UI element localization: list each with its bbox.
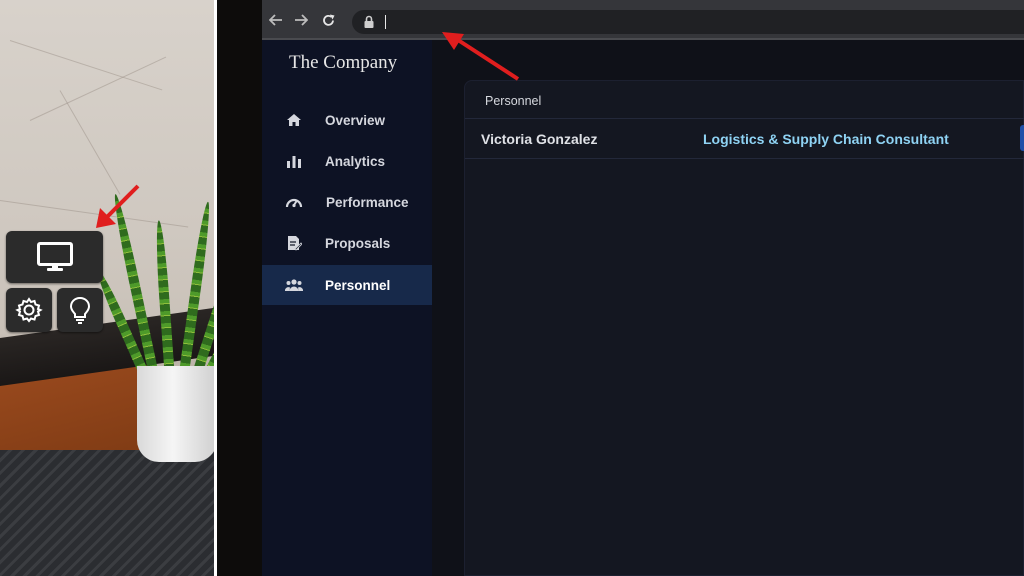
card-title: Personnel <box>485 94 542 108</box>
nav-label: Proposals <box>325 235 391 251</box>
table-row[interactable]: Victoria Gonzalez Logistics & Supply Cha… <box>465 119 1024 159</box>
forward-icon <box>295 14 308 26</box>
card-header: Personnel <box>465 81 1024 119</box>
bar-chart-icon <box>285 152 303 170</box>
employee-role: Logistics & Supply Chain Consultant <box>703 131 949 147</box>
nav-item-performance[interactable]: Performance <box>262 182 432 222</box>
annotation-arrow <box>442 32 520 81</box>
gear-icon <box>15 297 43 323</box>
users-icon <box>285 276 303 294</box>
floor <box>0 450 214 576</box>
nav-item-overview[interactable]: Overview <box>262 100 432 140</box>
nav-item-analytics[interactable]: Analytics <box>262 141 432 181</box>
monitor-button[interactable] <box>6 231 103 283</box>
employee-name: Victoria Gonzalez <box>481 131 598 147</box>
reload-button[interactable] <box>320 12 336 28</box>
annotation-arrow <box>96 184 140 228</box>
nav-label: Personnel <box>325 277 391 293</box>
back-icon <box>269 14 282 26</box>
nav-label: Performance <box>326 194 409 210</box>
monitor-icon <box>36 242 73 271</box>
text-caret <box>385 15 386 29</box>
back-button[interactable] <box>268 12 284 28</box>
screenshot: The Company Overview Analytics Performan… <box>0 0 1024 576</box>
lock-icon <box>364 15 374 28</box>
brand-title: The Company <box>289 52 398 73</box>
sidebar: The Company Overview Analytics Performan… <box>262 40 432 576</box>
background-decoration <box>229 390 263 428</box>
marble-vein <box>9 40 163 91</box>
gauge-icon <box>285 193 303 211</box>
main-content: Personnel Victoria Gonzalez Logistics & … <box>432 40 1024 576</box>
nav-item-proposals[interactable]: Proposals <box>262 223 432 263</box>
reload-icon <box>322 14 334 26</box>
nav-label: Overview <box>325 112 386 128</box>
document-edit-icon <box>285 234 303 252</box>
browser-toolbar <box>262 0 1024 40</box>
game-scene <box>0 0 214 576</box>
browser-window: The Company Overview Analytics Performan… <box>262 0 1024 576</box>
personnel-card: Personnel Victoria Gonzalez Logistics & … <box>464 80 1024 576</box>
forward-button[interactable] <box>293 12 309 28</box>
home-icon <box>285 111 303 129</box>
settings-button[interactable] <box>6 288 52 332</box>
marble-vein <box>29 56 167 121</box>
lightbulb-icon <box>69 296 91 324</box>
row-action-button[interactable] <box>1020 125 1024 151</box>
nav-label: Analytics <box>325 153 386 169</box>
hint-button[interactable] <box>57 288 103 332</box>
plant-pot <box>137 366 214 462</box>
marble-vein <box>59 90 121 195</box>
nav-item-personnel[interactable]: Personnel <box>262 265 432 305</box>
